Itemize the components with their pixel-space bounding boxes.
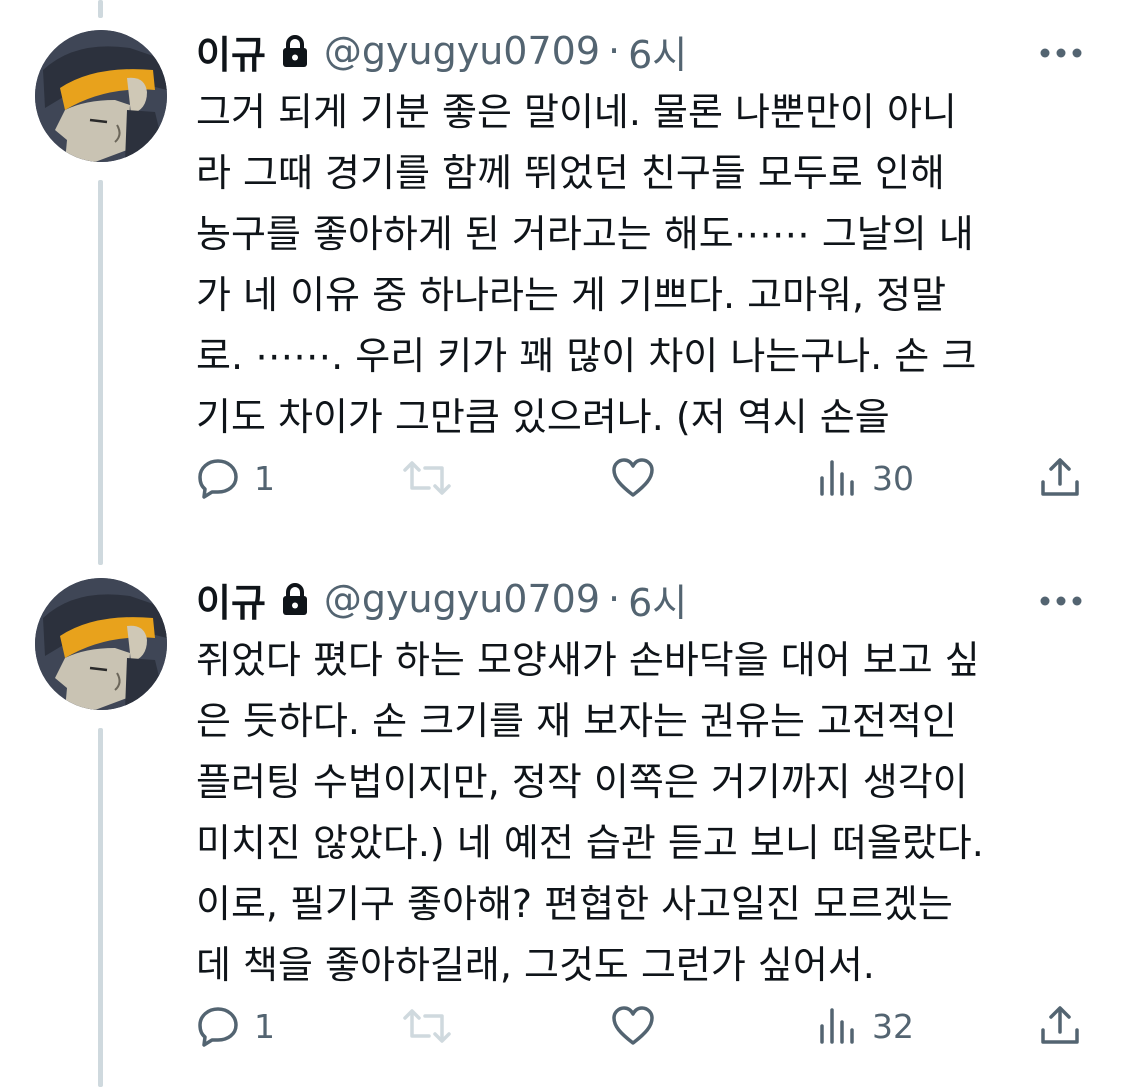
lock-icon <box>280 34 310 68</box>
tweet-text-line: 기도 차이가 그만큼 있으려나. (저 역시 손을 <box>196 395 890 439</box>
timestamp[interactable]: 6시 <box>628 24 687 79</box>
tweet-text: 쥐었다 폈다 하는 모양새가 손바닥을 대어 보고 싶 은 듯하다. 손 크기를… <box>196 630 1076 996</box>
tweet-header: 이규 @gyugyu0709 · 6시 <box>196 568 687 630</box>
timestamp[interactable]: 6시 <box>628 572 687 627</box>
tweet-text-line: 그거 되게 기분 좋은 말이네. 물론 나뿐만이 아니 <box>196 90 957 134</box>
tweet-text: 그거 되게 기분 좋은 말이네. 물론 나뿐만이 아니 라 그때 경기를 함께 … <box>196 82 1076 448</box>
avatar[interactable] <box>35 578 167 710</box>
views-button[interactable]: 32 <box>818 1001 914 1051</box>
user-handle[interactable]: @gyugyu0709 <box>324 577 600 621</box>
tweet-text-line: 로. ⋯⋯. 우리 키가 꽤 많이 차이 나는구나. 손 크 <box>196 334 977 378</box>
share-button[interactable] <box>1038 1001 1082 1051</box>
display-name[interactable]: 이규 <box>196 24 266 79</box>
views-button[interactable]: 30 <box>818 453 914 503</box>
tweet-text-line: 라 그때 경기를 함께 뛰었던 친구들 모두로 인해 <box>196 151 945 195</box>
separator-dot: · <box>608 577 621 621</box>
share-icon <box>1038 1004 1082 1048</box>
lock-icon <box>280 582 310 616</box>
reply-button[interactable]: 1 <box>196 1001 275 1051</box>
tweet-text-line: 데 책을 좋아하길래, 그것도 그런가 싶어서. <box>196 943 875 987</box>
views-icon <box>818 1006 858 1046</box>
display-name[interactable]: 이규 <box>196 572 266 627</box>
views-icon <box>818 458 858 498</box>
reply-icon <box>196 456 240 500</box>
view-count: 32 <box>872 1006 914 1046</box>
reply-button[interactable]: 1 <box>196 453 275 503</box>
tweet-text-line: 이로, 필기구 좋아해? 편협한 사고일진 모르겠는 <box>196 882 953 926</box>
action-bar: 1 <box>196 453 1086 503</box>
separator-dot: · <box>608 29 621 73</box>
tweet[interactable]: 이규 @gyugyu0709 · 6시 그거 되게 기분 좋은 말이네. 물론 … <box>0 0 1125 545</box>
retweet-button[interactable] <box>401 453 453 503</box>
like-button[interactable] <box>610 1001 656 1051</box>
retweet-icon <box>401 1004 453 1048</box>
heart-icon <box>610 456 656 500</box>
retweet-icon <box>401 456 453 500</box>
reply-icon <box>196 1004 240 1048</box>
tweet-text-line: 은 듯하다. 손 크기를 재 보자는 권유는 고전적인 <box>196 699 957 743</box>
avatar[interactable] <box>35 30 167 162</box>
tweet-text-line: 미치진 않았다.) 네 예전 습관 듣고 보니 떠올랐다. <box>196 821 984 865</box>
tweet-text-line: 쥐었다 폈다 하는 모양새가 손바닥을 대어 보고 싶 <box>196 638 980 682</box>
reply-count: 1 <box>254 1006 275 1046</box>
like-button[interactable] <box>610 453 656 503</box>
view-count: 30 <box>872 458 914 498</box>
heart-icon <box>610 1004 656 1048</box>
retweet-button[interactable] <box>401 1001 453 1051</box>
user-handle[interactable]: @gyugyu0709 <box>324 29 600 73</box>
tweet-text-line: 농구를 좋아하게 된 거라고는 해도⋯⋯ 그날의 내 <box>196 212 974 256</box>
tweet-header: 이규 @gyugyu0709 · 6시 <box>196 20 687 82</box>
tweet-text-line: 가 네 이유 중 하나라는 게 기쁘다. 고마워, 정말 <box>196 273 947 317</box>
tweet[interactable]: 이규 @gyugyu0709 · 6시 쥐었다 폈다 하는 모양새가 손바닥을 … <box>0 548 1125 1087</box>
reply-count: 1 <box>254 458 275 498</box>
action-bar: 1 <box>196 1001 1086 1051</box>
tweet-text-line: 플러팅 수법이지만, 정작 이쪽은 거기까지 생각이 <box>196 760 968 804</box>
share-icon <box>1038 456 1082 500</box>
more-icon[interactable] <box>1039 44 1083 58</box>
more-icon[interactable] <box>1039 592 1083 606</box>
share-button[interactable] <box>1038 453 1082 503</box>
